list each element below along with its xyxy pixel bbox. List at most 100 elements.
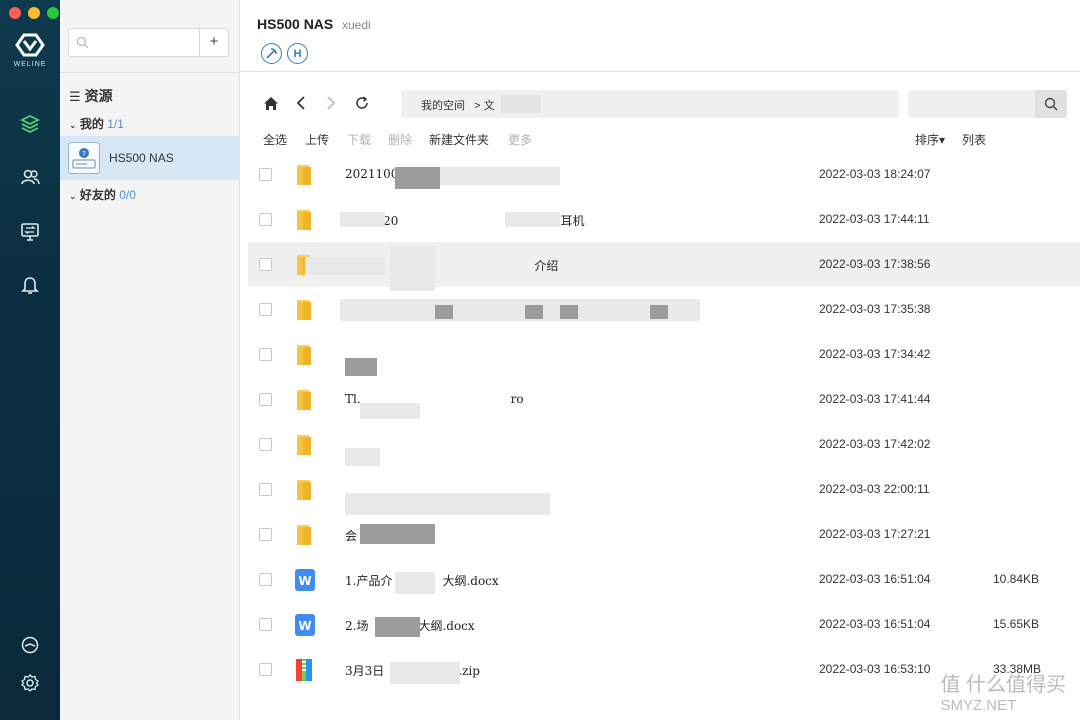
table-row[interactable]: 会 2022-03-03 17:27:21 bbox=[248, 512, 1080, 557]
speed-icon[interactable] bbox=[18, 633, 42, 657]
redacted-region bbox=[360, 403, 420, 419]
upload-button[interactable]: 上传 bbox=[305, 131, 329, 148]
file-name[interactable]: 会 bbox=[345, 527, 357, 544]
row-checkbox[interactable] bbox=[259, 168, 272, 181]
left-rail: WELINE bbox=[0, 0, 60, 720]
folder-icon bbox=[294, 433, 314, 457]
table-row[interactable]: 2022-03-03 17:42:02 bbox=[248, 422, 1080, 467]
file-size: 10.84KB bbox=[993, 572, 1040, 586]
friends-group-toggle[interactable]: ⌄ 好友的 0/0 bbox=[69, 186, 136, 203]
table-row[interactable]: 2022-03-03 17:34:42 bbox=[248, 332, 1080, 377]
word-doc-icon: W bbox=[294, 568, 315, 592]
redacted-region bbox=[501, 95, 541, 113]
breadcrumb-current[interactable]: 文 bbox=[484, 100, 495, 112]
file-search-input[interactable] bbox=[908, 90, 1035, 118]
gear-icon[interactable] bbox=[18, 671, 42, 695]
forward-icon[interactable] bbox=[320, 92, 342, 114]
window-controls bbox=[9, 7, 59, 19]
table-row[interactable]: W 2.场 大纲.docx 2022-03-03 16:51:04 15.65KB bbox=[248, 602, 1080, 647]
user-name: xuedi bbox=[342, 18, 371, 32]
delete-button[interactable]: 删除 bbox=[388, 131, 412, 148]
file-modified-date: 2022-03-03 17:38:56 bbox=[819, 257, 931, 271]
word-doc-icon: W bbox=[294, 613, 315, 637]
redacted-region bbox=[375, 617, 420, 637]
redacted-region bbox=[340, 299, 700, 321]
file-modified-date: 2022-03-03 17:41:44 bbox=[819, 392, 931, 406]
sidebar-search-input[interactable] bbox=[68, 28, 200, 57]
row-checkbox[interactable] bbox=[259, 528, 272, 541]
folder-icon bbox=[294, 523, 314, 547]
redacted-region bbox=[525, 305, 543, 319]
resources-nav-icon[interactable] bbox=[18, 112, 42, 136]
my-group-label: 我的 bbox=[79, 117, 104, 131]
transfer-nav-icon[interactable] bbox=[18, 220, 42, 244]
close-window-button[interactable] bbox=[9, 7, 21, 19]
sort-button[interactable]: 排序▾ bbox=[915, 131, 945, 148]
table-row[interactable]: 3月4日-0双...2022-03-03 17:35:38 bbox=[248, 287, 1080, 332]
home-icon[interactable] bbox=[260, 92, 282, 114]
select-all-button[interactable]: 全选 bbox=[263, 131, 287, 148]
breadcrumb-root[interactable]: 我的空间 bbox=[421, 100, 465, 112]
table-row[interactable]: W 1.产品介 大纲.docx 2022-03-03 16:51:04 10.84KB bbox=[248, 557, 1080, 602]
row-checkbox[interactable] bbox=[259, 348, 272, 361]
file-name-head: 1.产品介 bbox=[345, 574, 393, 588]
file-name[interactable]: 2021100 bbox=[345, 167, 398, 181]
row-checkbox[interactable] bbox=[259, 663, 272, 676]
friends-group-label: 好友的 bbox=[79, 188, 116, 202]
svg-text:?: ? bbox=[82, 150, 86, 158]
redacted-region bbox=[305, 257, 385, 275]
table-row[interactable]: 2021100 2022-03-03 18:24:07 bbox=[248, 152, 1080, 197]
table-row[interactable]: Tl. ro 2022-03-03 17:41:44 bbox=[248, 377, 1080, 422]
table-row[interactable]: 2022-03-03 22:00:11 bbox=[248, 467, 1080, 515]
row-checkbox[interactable] bbox=[259, 618, 272, 631]
back-icon[interactable] bbox=[290, 92, 312, 114]
row-checkbox[interactable] bbox=[259, 303, 272, 316]
h-badge-icon[interactable]: H bbox=[287, 43, 308, 64]
list-view-button[interactable]: 列表 bbox=[962, 131, 986, 148]
folder-icon bbox=[294, 208, 314, 232]
my-group-toggle[interactable]: ⌄ 我的 1/1 bbox=[69, 115, 124, 132]
table-row[interactable]: 3月3日介绍2022-03-03 17:38:56 bbox=[248, 242, 1080, 291]
file-modified-date: 2022-03-03 22:00:11 bbox=[819, 482, 930, 496]
row-checkbox[interactable] bbox=[259, 438, 272, 451]
friends-nav-icon[interactable] bbox=[18, 165, 42, 189]
file-name-tail: 介绍 bbox=[534, 259, 559, 273]
bell-icon[interactable] bbox=[18, 273, 42, 297]
resources-title-label: 资源 bbox=[84, 88, 113, 104]
redacted-region bbox=[395, 167, 440, 189]
redacted-region bbox=[390, 246, 435, 291]
row-checkbox[interactable] bbox=[259, 483, 272, 496]
file-search-button[interactable] bbox=[1035, 90, 1067, 118]
chevron-down-icon: ⌄ bbox=[69, 191, 77, 201]
device-item-hs500[interactable]: ? HS500 NAS bbox=[60, 136, 240, 180]
add-button[interactable]: + bbox=[199, 28, 229, 57]
logo-text: WELINE bbox=[13, 61, 47, 68]
maximize-window-button[interactable] bbox=[47, 7, 59, 19]
redacted-region bbox=[345, 358, 377, 376]
new-folder-button[interactable]: 新建文件夹 bbox=[429, 131, 489, 148]
app-header: HS500 NAS xuedi H bbox=[240, 0, 1080, 72]
pickaxe-icon[interactable] bbox=[261, 43, 282, 64]
row-checkbox[interactable] bbox=[259, 213, 272, 226]
redacted-region bbox=[435, 305, 453, 319]
more-button[interactable]: 更多 bbox=[508, 131, 532, 148]
folder-icon bbox=[294, 388, 314, 412]
row-checkbox[interactable] bbox=[259, 393, 272, 406]
redacted-region bbox=[560, 305, 578, 319]
download-button[interactable]: 下载 bbox=[347, 131, 371, 148]
minimize-window-button[interactable] bbox=[28, 7, 40, 19]
my-group-count: 1/1 bbox=[107, 117, 124, 131]
row-checkbox[interactable] bbox=[259, 258, 272, 271]
file-modified-date: 2022-03-03 16:51:04 bbox=[819, 617, 931, 631]
file-name-head: Tl. bbox=[345, 392, 361, 406]
file-modified-date: 2022-03-03 16:53:10 bbox=[819, 662, 931, 676]
path-breadcrumb[interactable]: 我的空间 > 文 bbox=[401, 90, 899, 118]
folder-icon bbox=[294, 478, 314, 502]
breadcrumb-separator: > bbox=[474, 100, 481, 112]
table-row[interactable]: 2021120牙耳机2022-03-03 17:44:11 bbox=[248, 197, 1080, 242]
file-modified-date: 2022-03-03 16:51:04 bbox=[819, 572, 931, 586]
row-checkbox[interactable] bbox=[259, 573, 272, 586]
redacted-region bbox=[360, 524, 435, 544]
file-name-tail: 大纲.docx bbox=[442, 574, 499, 588]
refresh-icon[interactable] bbox=[351, 92, 373, 114]
